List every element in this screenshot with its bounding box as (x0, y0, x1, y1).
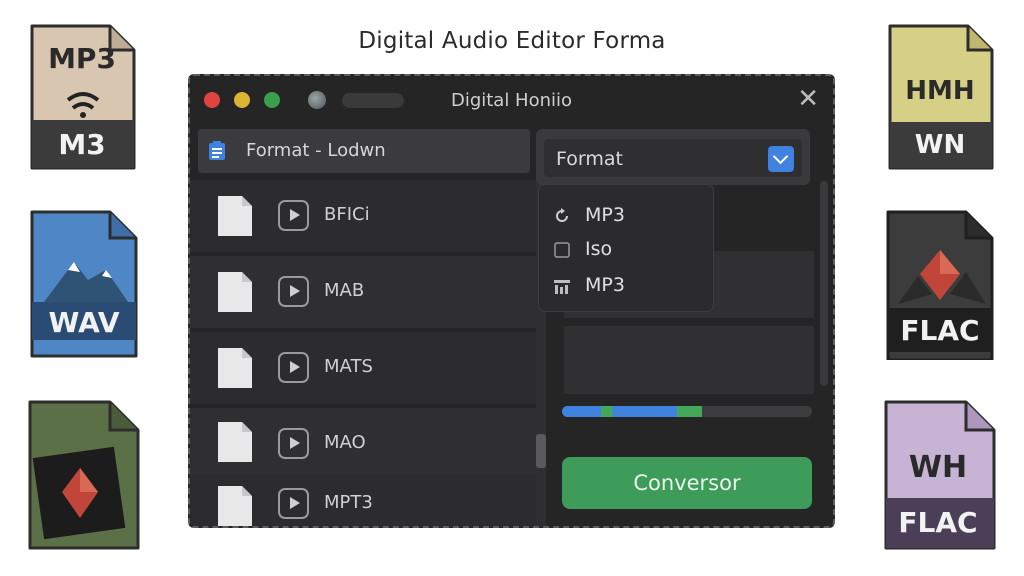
format-dropdown[interactable]: Format (536, 129, 810, 185)
hmh-file-icon: HMH WN (884, 22, 996, 170)
file-row[interactable]: BFICi (190, 180, 536, 252)
play-icon[interactable] (278, 276, 309, 307)
file-icon (218, 348, 252, 388)
format-menu-item-label: Iso (585, 238, 613, 260)
flac-icon-band-label-2: FLAC (898, 506, 978, 539)
window-title: Digital Honiio (450, 90, 573, 111)
equalizer-icon (554, 280, 570, 294)
file-icon (218, 272, 252, 312)
conversion-progress-fill (562, 406, 702, 417)
file-row[interactable]: MAB (190, 256, 536, 328)
file-name: MAB (324, 280, 365, 301)
file-name: BFICi (324, 204, 370, 225)
format-menu-item-label: MP3 (585, 204, 625, 226)
m3-icon-band-label: M3 (58, 128, 106, 161)
format-dropdown-value: Format (556, 148, 623, 170)
wav-icon-band-label: WAV (48, 306, 120, 339)
format-menu: MP3 Iso MP3 (538, 184, 714, 312)
document-icon (209, 141, 225, 160)
play-icon[interactable] (278, 488, 309, 519)
hmh-icon-label: HMH (905, 76, 975, 106)
options-scrollbar[interactable] (820, 181, 828, 386)
file-name: MATS (324, 356, 373, 377)
file-icon (218, 196, 252, 236)
mp3-file-icon: MP3 M3 (26, 22, 138, 170)
file-list: BFICi MAB MATS MAO MPT3 (190, 180, 536, 526)
format-list-header-label: Format - Lodwn (246, 140, 386, 161)
format-menu-item-label: MP3 (585, 274, 625, 296)
file-icon (218, 486, 252, 526)
close-icon[interactable]: ✕ (797, 86, 819, 112)
generic-file-icon (26, 400, 140, 550)
file-icon (218, 422, 252, 462)
file-row[interactable]: MAO (190, 408, 536, 480)
format-list-header[interactable]: Format - Lodwn (198, 129, 530, 173)
wn-icon-band-label: WN (914, 130, 966, 160)
play-icon[interactable] (278, 428, 309, 459)
play-icon[interactable] (278, 200, 309, 231)
wh-icon-label: WH (908, 450, 968, 485)
preview-panel (564, 326, 814, 394)
mp3-icon-label: MP3 (48, 42, 116, 75)
conversion-progress-bar (562, 406, 812, 417)
title-bar[interactable]: Digital Honiio ✕ (190, 76, 833, 124)
audio-editor-window: Digital Honiio ✕ Format - Lodwn BFICi MA (188, 74, 835, 528)
wav-file-icon: WAV (28, 210, 140, 358)
wh-file-icon: WH FLAC (882, 400, 996, 550)
refresh-icon (556, 208, 568, 222)
file-row[interactable]: MPT3 (190, 474, 536, 526)
play-icon[interactable] (278, 352, 309, 383)
file-name: MAO (324, 432, 366, 453)
file-list-scrollbar-thumb[interactable] (536, 434, 546, 468)
flac-file-icon: FLAC (884, 210, 996, 360)
convert-button[interactable]: Conversor (562, 457, 812, 509)
chevron-down-icon[interactable] (768, 146, 794, 172)
page-caption: Digital Audio Editor Forma (358, 28, 666, 54)
file-name: MPT3 (324, 492, 373, 513)
flac-icon-band-label: FLAC (900, 314, 980, 347)
checkbox-icon (554, 242, 570, 258)
file-row[interactable]: MATS (190, 332, 536, 404)
